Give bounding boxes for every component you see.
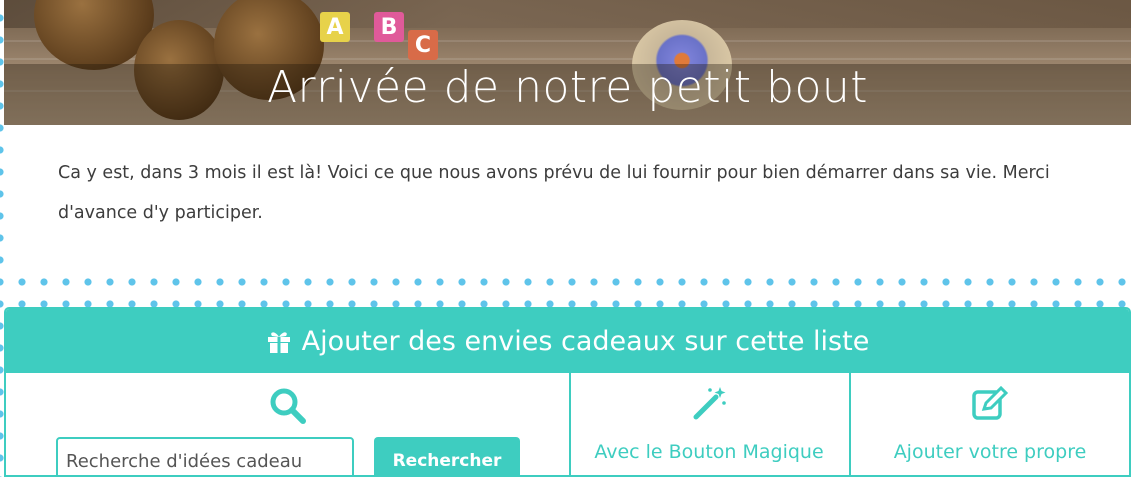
add-gifts-panel: Ajouter des envies cadeaux sur cette lis… xyxy=(4,307,1131,477)
page-title: Arrivée de notre petit bout xyxy=(266,62,869,113)
edit-icon xyxy=(972,385,1009,420)
magic-button-link[interactable]: Avec le Bouton Magique xyxy=(569,441,849,463)
toy-block: A xyxy=(320,12,350,42)
edit-icon-wrap xyxy=(851,385,1129,423)
block-letter: A xyxy=(326,14,344,40)
search-icon-wrap xyxy=(6,387,569,425)
search-button[interactable]: Rechercher xyxy=(374,437,520,475)
intro-text: Ca y est, dans 3 mois il est là! Voici c… xyxy=(58,163,1050,223)
add-own-column[interactable]: Ajouter votre propre xyxy=(851,373,1129,475)
block-letter: C xyxy=(414,32,432,58)
hero-banner: A B C Arrivée de notre petit bout xyxy=(4,0,1131,125)
gift-icon xyxy=(267,332,290,353)
panel-title: Ajouter des envies cadeaux sur cette lis… xyxy=(301,325,870,357)
toy-block: B xyxy=(374,12,404,42)
gift-search-input[interactable] xyxy=(56,437,354,475)
search-icon xyxy=(270,388,306,424)
magic-wand-icon xyxy=(693,387,726,420)
magic-wand-icon-wrap xyxy=(569,385,849,423)
intro-section: Ca y est, dans 3 mois il est là! Voici c… xyxy=(4,125,1131,267)
magic-button-column[interactable]: Avec le Bouton Magique xyxy=(569,373,851,475)
panel-header: Ajouter des envies cadeaux sur cette lis… xyxy=(6,309,1129,373)
block-letter: B xyxy=(380,14,398,40)
search-column: Rechercher xyxy=(6,373,571,475)
toy-block: C xyxy=(408,30,438,60)
add-own-link[interactable]: Ajouter votre propre xyxy=(851,441,1129,463)
